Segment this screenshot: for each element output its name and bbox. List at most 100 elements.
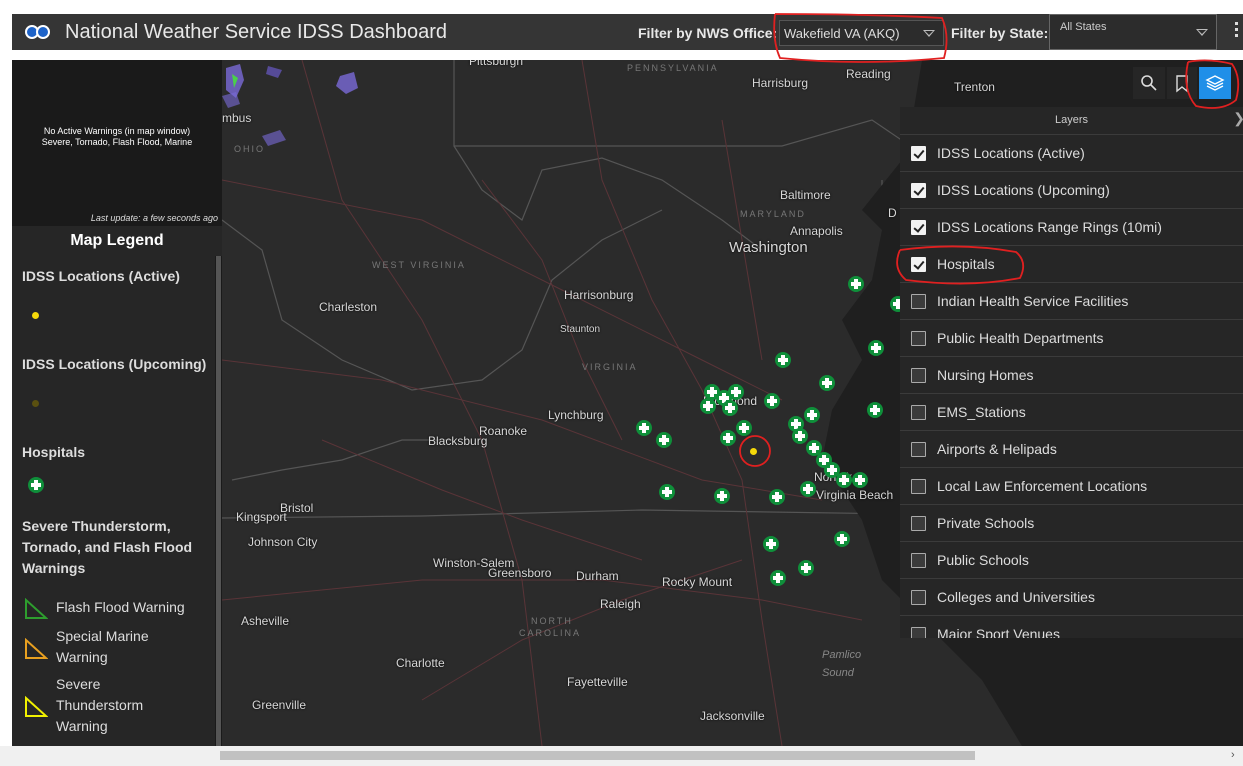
hospital-cross-icon[interactable] bbox=[836, 472, 852, 488]
layer-label: Colleges and Universities bbox=[937, 589, 1095, 605]
hospital-cross-icon[interactable] bbox=[763, 536, 779, 552]
layer-checkbox[interactable] bbox=[911, 590, 926, 605]
search-button[interactable] bbox=[1133, 67, 1165, 99]
map-label: Rocky Mount bbox=[662, 575, 733, 589]
layer-label: Indian Health Service Facilities bbox=[937, 293, 1129, 309]
layer-row[interactable]: Local Law Enforcement Locations bbox=[900, 467, 1243, 504]
layer-row[interactable]: Indian Health Service Facilities bbox=[900, 282, 1243, 319]
chevron-down-icon bbox=[923, 30, 935, 37]
bookmark-button[interactable] bbox=[1167, 67, 1197, 99]
search-icon bbox=[1141, 75, 1157, 91]
hospital-cross-icon[interactable] bbox=[769, 489, 785, 505]
layer-checkbox[interactable] bbox=[911, 257, 926, 272]
map-label: Blacksburg bbox=[428, 434, 488, 448]
hospital-cross-icon[interactable] bbox=[722, 400, 738, 416]
layers-panel: Layers ❯ IDSS Locations (Active) IDSS Loc… bbox=[900, 107, 1243, 638]
hospital-cross-icon[interactable] bbox=[700, 398, 716, 414]
upcoming-location-symbol bbox=[32, 400, 39, 407]
map-label: Greenville bbox=[252, 698, 307, 712]
close-icon[interactable]: ❯ bbox=[1233, 110, 1243, 127]
layer-row[interactable]: Private Schools bbox=[900, 504, 1243, 541]
hospital-cross-icon[interactable] bbox=[714, 488, 730, 504]
layer-checkbox[interactable] bbox=[911, 442, 926, 457]
layer-label: Major Sport Venues bbox=[937, 626, 1060, 638]
office-filter-select[interactable]: Wakefield VA (AKQ) bbox=[779, 20, 944, 46]
map-label: Baltimore bbox=[780, 188, 831, 202]
layer-row[interactable]: Public Schools bbox=[900, 541, 1243, 578]
layers-panel-title: Layers bbox=[1054, 114, 1089, 126]
hospital-cross-icon[interactable] bbox=[659, 484, 675, 500]
legend-scrollbar-thumb[interactable] bbox=[216, 256, 221, 746]
layer-label: IDSS Locations (Active) bbox=[937, 145, 1085, 161]
hospital-cross-icon[interactable] bbox=[636, 420, 652, 436]
hospital-cross-icon[interactable] bbox=[867, 402, 883, 418]
bookmark-icon bbox=[1176, 75, 1188, 93]
layer-row[interactable]: EMS_Stations bbox=[900, 393, 1243, 430]
map-label: Greensboro bbox=[488, 566, 552, 580]
layer-row[interactable]: Hospitals bbox=[900, 245, 1243, 282]
hospital-cross-icon[interactable] bbox=[798, 560, 814, 576]
hospital-cross-icon[interactable] bbox=[819, 375, 835, 391]
warnings-status: No Active Warnings (in map window) Sever… bbox=[12, 126, 222, 148]
layer-label: Airports & Helipads bbox=[937, 441, 1057, 457]
hospital-cross-icon[interactable] bbox=[848, 276, 864, 292]
layer-label: Hospitals bbox=[937, 256, 995, 272]
layer-checkbox[interactable] bbox=[911, 220, 926, 235]
layer-row[interactable]: IDSS Locations Range Rings (10mi) bbox=[900, 208, 1243, 245]
legend-hospitals-heading: Hospitals bbox=[22, 444, 86, 460]
hospital-cross-icon[interactable] bbox=[852, 472, 868, 488]
layer-checkbox[interactable] bbox=[911, 331, 926, 346]
hospital-cross-icon[interactable] bbox=[770, 570, 786, 586]
layer-row[interactable]: IDSS Locations (Active) bbox=[900, 134, 1243, 171]
warnings-status-line1: No Active Warnings (in map window) bbox=[43, 126, 191, 136]
layer-checkbox[interactable] bbox=[911, 146, 926, 161]
map-label: WEST VIRGINIA bbox=[372, 260, 466, 270]
scroll-right-icon[interactable]: › bbox=[1231, 749, 1235, 761]
map-label: Lynchburg bbox=[548, 408, 604, 422]
layer-row[interactable]: Airports & Helipads bbox=[900, 430, 1243, 467]
more-vertical-icon[interactable] bbox=[1235, 22, 1239, 40]
layer-row[interactable]: Nursing Homes bbox=[900, 356, 1243, 393]
layer-row[interactable]: Public Health Departments bbox=[900, 319, 1243, 356]
hospital-cross-icon[interactable] bbox=[775, 352, 791, 368]
legend-marine: Special Marine Warning bbox=[56, 626, 149, 668]
layer-checkbox[interactable] bbox=[911, 627, 926, 638]
layer-row[interactable]: Major Sport Venues bbox=[900, 615, 1243, 638]
flash-flood-symbol-icon bbox=[25, 598, 48, 619]
hospital-cross-icon[interactable] bbox=[728, 384, 744, 400]
hospital-cross-icon[interactable] bbox=[792, 428, 808, 444]
hospital-cross-icon[interactable] bbox=[720, 430, 736, 446]
layer-checkbox[interactable] bbox=[911, 553, 926, 568]
map-label: MARYLAND bbox=[740, 209, 806, 219]
layer-checkbox[interactable] bbox=[911, 368, 926, 383]
layer-checkbox[interactable] bbox=[911, 183, 926, 198]
active-idss-location[interactable] bbox=[750, 448, 757, 455]
horizontal-scrollbar[interactable]: › bbox=[0, 746, 1243, 766]
layer-row[interactable]: IDSS Locations (Upcoming) bbox=[900, 171, 1243, 208]
layers-button[interactable] bbox=[1199, 67, 1231, 99]
layers-icon bbox=[1205, 75, 1225, 91]
layer-checkbox[interactable] bbox=[911, 516, 926, 531]
hospital-cross-icon[interactable] bbox=[800, 481, 816, 497]
layer-label: Nursing Homes bbox=[937, 367, 1034, 383]
state-filter-select[interactable]: All States bbox=[1049, 14, 1217, 50]
layer-checkbox[interactable] bbox=[911, 405, 926, 420]
hospital-cross-icon[interactable] bbox=[764, 393, 780, 409]
layer-checkbox[interactable] bbox=[911, 294, 926, 309]
legend-title: Map Legend bbox=[70, 232, 164, 249]
map-label: Johnson City bbox=[248, 535, 318, 549]
hospital-cross-icon[interactable] bbox=[834, 531, 850, 547]
hospital-cross-icon[interactable] bbox=[656, 432, 672, 448]
hospital-cross-icon[interactable] bbox=[868, 340, 884, 356]
layer-checkbox[interactable] bbox=[911, 479, 926, 494]
hospital-cross-icon[interactable] bbox=[736, 420, 752, 436]
layer-row[interactable]: Colleges and Universities bbox=[900, 578, 1243, 615]
map-label: NORTH bbox=[531, 616, 573, 626]
hospital-cross-icon[interactable] bbox=[804, 407, 820, 423]
map-label: VIRGINIA bbox=[582, 362, 638, 372]
map-label: Kingsport bbox=[236, 510, 287, 524]
legend-upcoming-heading: IDSS Locations (Upcoming) bbox=[22, 356, 207, 372]
map-label: Sound bbox=[822, 667, 854, 679]
legend-severe-heading-line3: Warnings bbox=[22, 560, 86, 576]
horizontal-scrollbar-thumb[interactable] bbox=[220, 751, 975, 760]
